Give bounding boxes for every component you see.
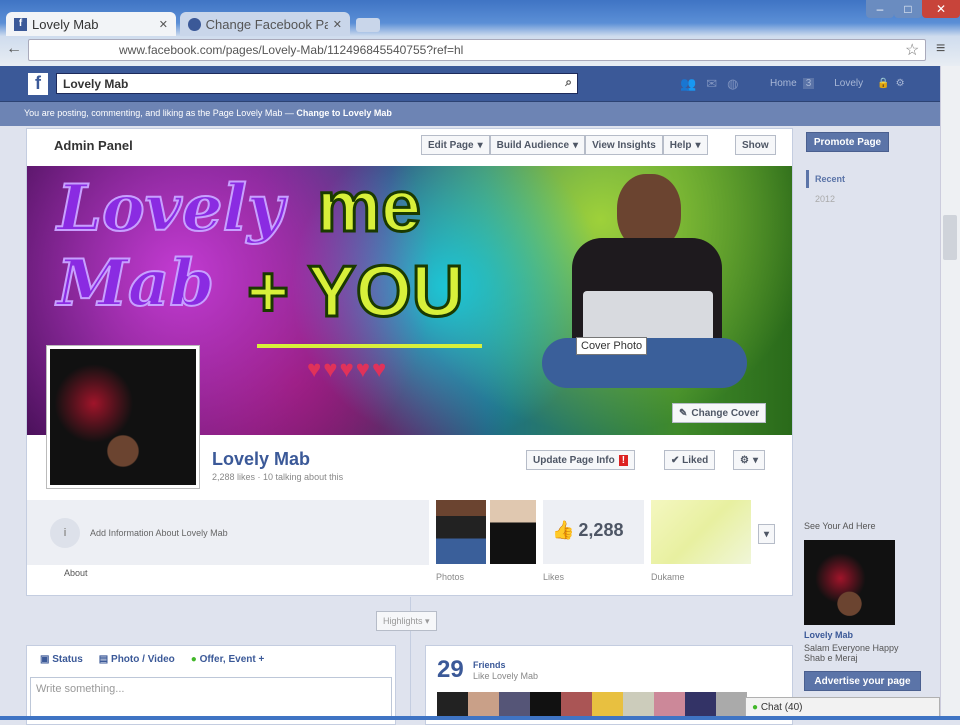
promote-page-button[interactable]: Promote Page <box>806 132 889 152</box>
url-text: www.facebook.com/pages/Lovely-Mab/112496… <box>119 43 464 57</box>
scrollbar[interactable] <box>940 66 960 720</box>
facebook-logo-icon[interactable]: f <box>28 73 48 95</box>
gear-icon: ⚙ <box>740 454 749 466</box>
highlights-dropdown[interactable]: Highlights ▾ <box>376 611 437 631</box>
cover-text-me: me <box>315 166 422 249</box>
photo-thumb[interactable] <box>436 500 486 564</box>
cover-line <box>257 344 482 348</box>
friends-label[interactable]: Friends <box>473 660 506 670</box>
view-insights-button[interactable]: View Insights <box>585 135 663 155</box>
change-identity-link[interactable]: Change to Lovely Mab <box>296 108 392 118</box>
home-link[interactable]: Home <box>770 78 797 89</box>
advertise-page-button[interactable]: Advertise your page <box>804 671 921 691</box>
tab-label: Lovely Mab <box>32 16 99 32</box>
menu-icon[interactable]: ≡ <box>936 40 945 58</box>
messages-icon[interactable]: ✉ <box>706 76 717 92</box>
notifications-icon[interactable]: ◍ <box>727 76 738 92</box>
update-badge: ! <box>618 454 629 466</box>
photo-thumb[interactable] <box>490 500 536 564</box>
window-border <box>0 716 960 720</box>
likes-label[interactable]: Likes <box>543 572 564 582</box>
liked-button[interactable]: ✔ Liked <box>664 450 716 470</box>
chat-label: Chat (40) <box>760 702 803 713</box>
tab-change-facebook[interactable]: Change Facebook Pa ✕ <box>180 12 350 36</box>
add-info-link[interactable]: Add Information About Lovely Mab <box>90 528 228 538</box>
friend-requests-icon[interactable]: 👥 <box>680 76 696 92</box>
photos-label[interactable]: Photos <box>436 572 464 582</box>
likes-count: 2,288 <box>578 520 624 540</box>
cover-text-lovely: Lovely <box>56 170 285 247</box>
cover-text-you: + YOU <box>246 251 466 334</box>
chat-online-icon: ● <box>752 702 759 713</box>
edit-page-button[interactable]: Edit Page ▾ <box>421 135 490 155</box>
ad-page-name[interactable]: Lovely Mab <box>804 630 853 640</box>
show-admin-button[interactable]: Show <box>735 135 776 155</box>
search-icon[interactable]: ⌕ <box>565 75 572 90</box>
app-label[interactable]: Dukame <box>651 572 685 582</box>
photo-video-tab[interactable]: ▤ Photo / Video <box>99 654 175 665</box>
privacy-lock-icon[interactable]: 🔒 <box>877 78 889 89</box>
search-input[interactable]: Lovely Mab ⌕ <box>56 73 578 94</box>
help-button[interactable]: Help ▾ <box>662 135 708 155</box>
thumbs-up-icon: 👍 <box>552 520 575 540</box>
profile-picture[interactable] <box>46 345 200 489</box>
maximize-button[interactable]: □ <box>894 0 922 18</box>
address-bar[interactable]: www.facebook.com/pages/Lovely-Mab/112496… <box>28 39 926 61</box>
cover-text-mab: Mab <box>56 245 215 322</box>
hearts-icon: ♥♥♥♥♥ <box>307 356 389 383</box>
page-settings-button[interactable]: ⚙ ▾ <box>733 450 765 470</box>
home-count-badge: 3 <box>802 78 815 89</box>
new-tab-button[interactable] <box>356 18 380 32</box>
app-thumb[interactable] <box>651 500 751 564</box>
ad-title[interactable]: See Your Ad Here <box>804 521 876 531</box>
pencil-icon: ✎ <box>679 407 688 419</box>
offer-event-tab[interactable]: ● Offer, Event + <box>191 654 265 665</box>
scrollbar-thumb[interactable] <box>943 215 957 260</box>
ad-image[interactable] <box>804 540 895 625</box>
minimize-button[interactable]: – <box>866 0 894 18</box>
recent-link[interactable]: Recent <box>815 174 845 184</box>
close-tab-icon[interactable]: ✕ <box>333 18 342 31</box>
globe-icon <box>188 17 201 31</box>
change-cover-button[interactable]: ✎ Change Cover <box>672 403 767 423</box>
status-input[interactable]: Write something... <box>30 677 392 717</box>
tab-lovely-mab[interactable]: f Lovely Mab ✕ <box>6 12 176 36</box>
info-icon: i <box>50 518 80 548</box>
friends-count: 29 <box>437 656 464 683</box>
timeline-marker <box>806 170 809 188</box>
friends-sub: Like Lovely Mab <box>473 671 539 681</box>
posting-as-notice: You are posting, commenting, and liking … <box>0 102 940 126</box>
page-stats: 2,288 likes · 10 talking about this <box>212 472 344 482</box>
back-icon[interactable]: ← <box>6 40 22 58</box>
about-label[interactable]: About <box>64 568 88 578</box>
build-audience-button[interactable]: Build Audience ▾ <box>489 135 586 155</box>
more-apps-button[interactable]: ▾ <box>758 524 776 544</box>
search-value: Lovely Mab <box>63 77 129 91</box>
settings-gear-icon[interactable]: ⚙ <box>896 78 905 89</box>
bookmark-star-icon[interactable]: ☆ <box>905 40 919 60</box>
tab-label: Change Facebook Pa <box>205 16 328 32</box>
facebook-favicon-icon: f <box>14 17 27 31</box>
page-name[interactable]: Lovely Mab <box>212 449 310 470</box>
friend-avatars[interactable] <box>437 692 747 716</box>
close-window-button[interactable]: ✕ <box>922 0 960 18</box>
status-tab[interactable]: ▣ Status <box>40 654 83 665</box>
notice-text: You are posting, commenting, and liking … <box>24 108 297 118</box>
year-2012-link[interactable]: 2012 <box>815 194 835 204</box>
profile-link[interactable]: Lovely <box>834 78 863 89</box>
profile-image <box>50 349 196 485</box>
admin-panel-title: Admin Panel <box>54 138 133 153</box>
update-page-info-button[interactable]: Update Page Info! <box>526 450 636 470</box>
cover-photo-tooltip: Cover Photo <box>576 337 648 355</box>
ad-text: Salam Everyone Happy Shab e Meraj <box>804 643 899 663</box>
about-box[interactable] <box>27 500 429 565</box>
close-tab-icon[interactable]: ✕ <box>159 18 168 31</box>
